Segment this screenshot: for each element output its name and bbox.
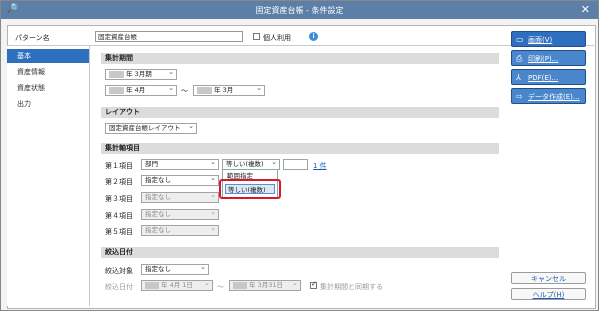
- axis-row-label: 第３項目: [105, 195, 133, 203]
- pdf-button[interactable]: ⅄ PDF(E)...: [511, 69, 586, 85]
- from-year-suffix: 年: [126, 86, 133, 94]
- term-value: 3月期: [134, 70, 152, 78]
- window-title: 固定資産台帳 - 条件設定: [255, 6, 344, 15]
- sync-period-checkbox[interactable]: [310, 280, 317, 289]
- to-year-suffix: 年: [214, 86, 221, 94]
- personal-use-label: 個人利用: [263, 34, 291, 42]
- data-export-button-label: データ作成(E)...: [528, 93, 580, 101]
- filter-target-select[interactable]: 指定なし: [141, 264, 209, 275]
- period-from-select[interactable]: 年 4月: [105, 85, 177, 96]
- filter-target-label: 絞込対象: [105, 267, 133, 275]
- layout-section-header: レイアウト: [101, 107, 499, 118]
- axis-row-label: 第１項目: [105, 162, 133, 170]
- close-icon[interactable]: ✕: [581, 3, 590, 16]
- cancel-button[interactable]: キャンセル: [511, 272, 586, 284]
- filter-from-text: 年 4月 1日: [161, 281, 193, 289]
- axis-section-header: 集計軸項目: [101, 143, 499, 154]
- sidebar-item-basic[interactable]: 基本: [7, 49, 89, 63]
- screen-button-label: 画面(V): [528, 36, 553, 44]
- blurred-year: [145, 281, 159, 289]
- filter-date-to[interactable]: 年 3月31日: [229, 280, 301, 291]
- help-button-label: ヘルプ(H): [532, 291, 565, 299]
- axis-row-label: 第４項目: [105, 212, 133, 220]
- pattern-name-label: パターン名: [15, 34, 50, 42]
- filter-date-from[interactable]: 年 4月 1日: [141, 280, 213, 291]
- filter-section-header: 絞込日付: [101, 247, 499, 258]
- term-select[interactable]: 年 3月期: [105, 69, 177, 80]
- help-button[interactable]: ヘルプ(H): [511, 288, 586, 300]
- title-bar: 🔎 固定資産台帳 - 条件設定 ✕: [1, 1, 598, 19]
- period-tilde: 〜: [181, 87, 188, 95]
- axis-4-select[interactable]: 指定なし: [141, 209, 219, 220]
- sidebar: 基本 資産情報 資産状態 出力: [7, 46, 90, 306]
- filter-to-text: 年 3月31日: [249, 281, 283, 289]
- screen-button[interactable]: ▭ 画面(V): [511, 31, 586, 47]
- from-month: 4月: [134, 86, 146, 94]
- printer-icon: ⎙: [516, 54, 523, 63]
- axis-1-count-input[interactable]: [283, 159, 308, 170]
- sidebar-item-asset-status[interactable]: 資産状態: [7, 81, 89, 95]
- print-button[interactable]: ⎙ 印刷(P)...: [511, 50, 586, 66]
- to-month: 3月: [222, 86, 234, 94]
- personal-use-checkbox[interactable]: [253, 33, 260, 40]
- axis-3-select[interactable]: 指定なし: [141, 192, 219, 203]
- print-button-label: 印刷(P)...: [528, 55, 559, 63]
- pdf-button-label: PDF(E)...: [528, 74, 559, 82]
- blurred-year: [233, 281, 247, 289]
- filter-tilde: 〜: [217, 283, 224, 291]
- blurred-year: [109, 86, 124, 94]
- sidebar-item-output[interactable]: 出力: [7, 97, 89, 111]
- term-year-suffix: 年: [126, 70, 133, 78]
- axis-1-select[interactable]: 部門: [141, 159, 219, 170]
- info-icon[interactable]: i: [309, 32, 318, 41]
- axis-row-label: 第５項目: [105, 228, 133, 236]
- sync-period-label: 集計期間と同期する: [320, 283, 383, 291]
- axis-2-select[interactable]: 指定なし: [141, 175, 219, 186]
- axis-row-label: 第２項目: [105, 178, 133, 186]
- data-export-button[interactable]: ⇨ データ作成(E)...: [511, 88, 586, 104]
- highlight-annotation: [219, 179, 281, 199]
- period-section-header: 集計期間: [101, 53, 499, 64]
- dialog-window: 🔎 固定資産台帳 - 条件設定 ✕ パターン名 固定資産台帳 個人利用 i 基本…: [0, 0, 599, 311]
- period-to-select[interactable]: 年 3月: [193, 85, 265, 96]
- blurred-year: [109, 70, 124, 78]
- monitor-icon: ▭: [516, 35, 524, 44]
- sidebar-item-asset-info[interactable]: 資産情報: [7, 65, 89, 79]
- pdf-icon: ⅄: [516, 73, 521, 82]
- export-icon: ⇨: [516, 92, 523, 101]
- axis-1-count-link[interactable]: 1 件: [313, 161, 327, 171]
- axis-5-select[interactable]: 指定なし: [141, 225, 219, 236]
- pattern-name-input[interactable]: 固定資産台帳: [95, 31, 243, 42]
- blurred-year: [197, 86, 212, 94]
- filter-date-label: 絞込日付: [105, 283, 133, 291]
- layout-select[interactable]: 固定資産台帳レイアウト: [105, 123, 197, 134]
